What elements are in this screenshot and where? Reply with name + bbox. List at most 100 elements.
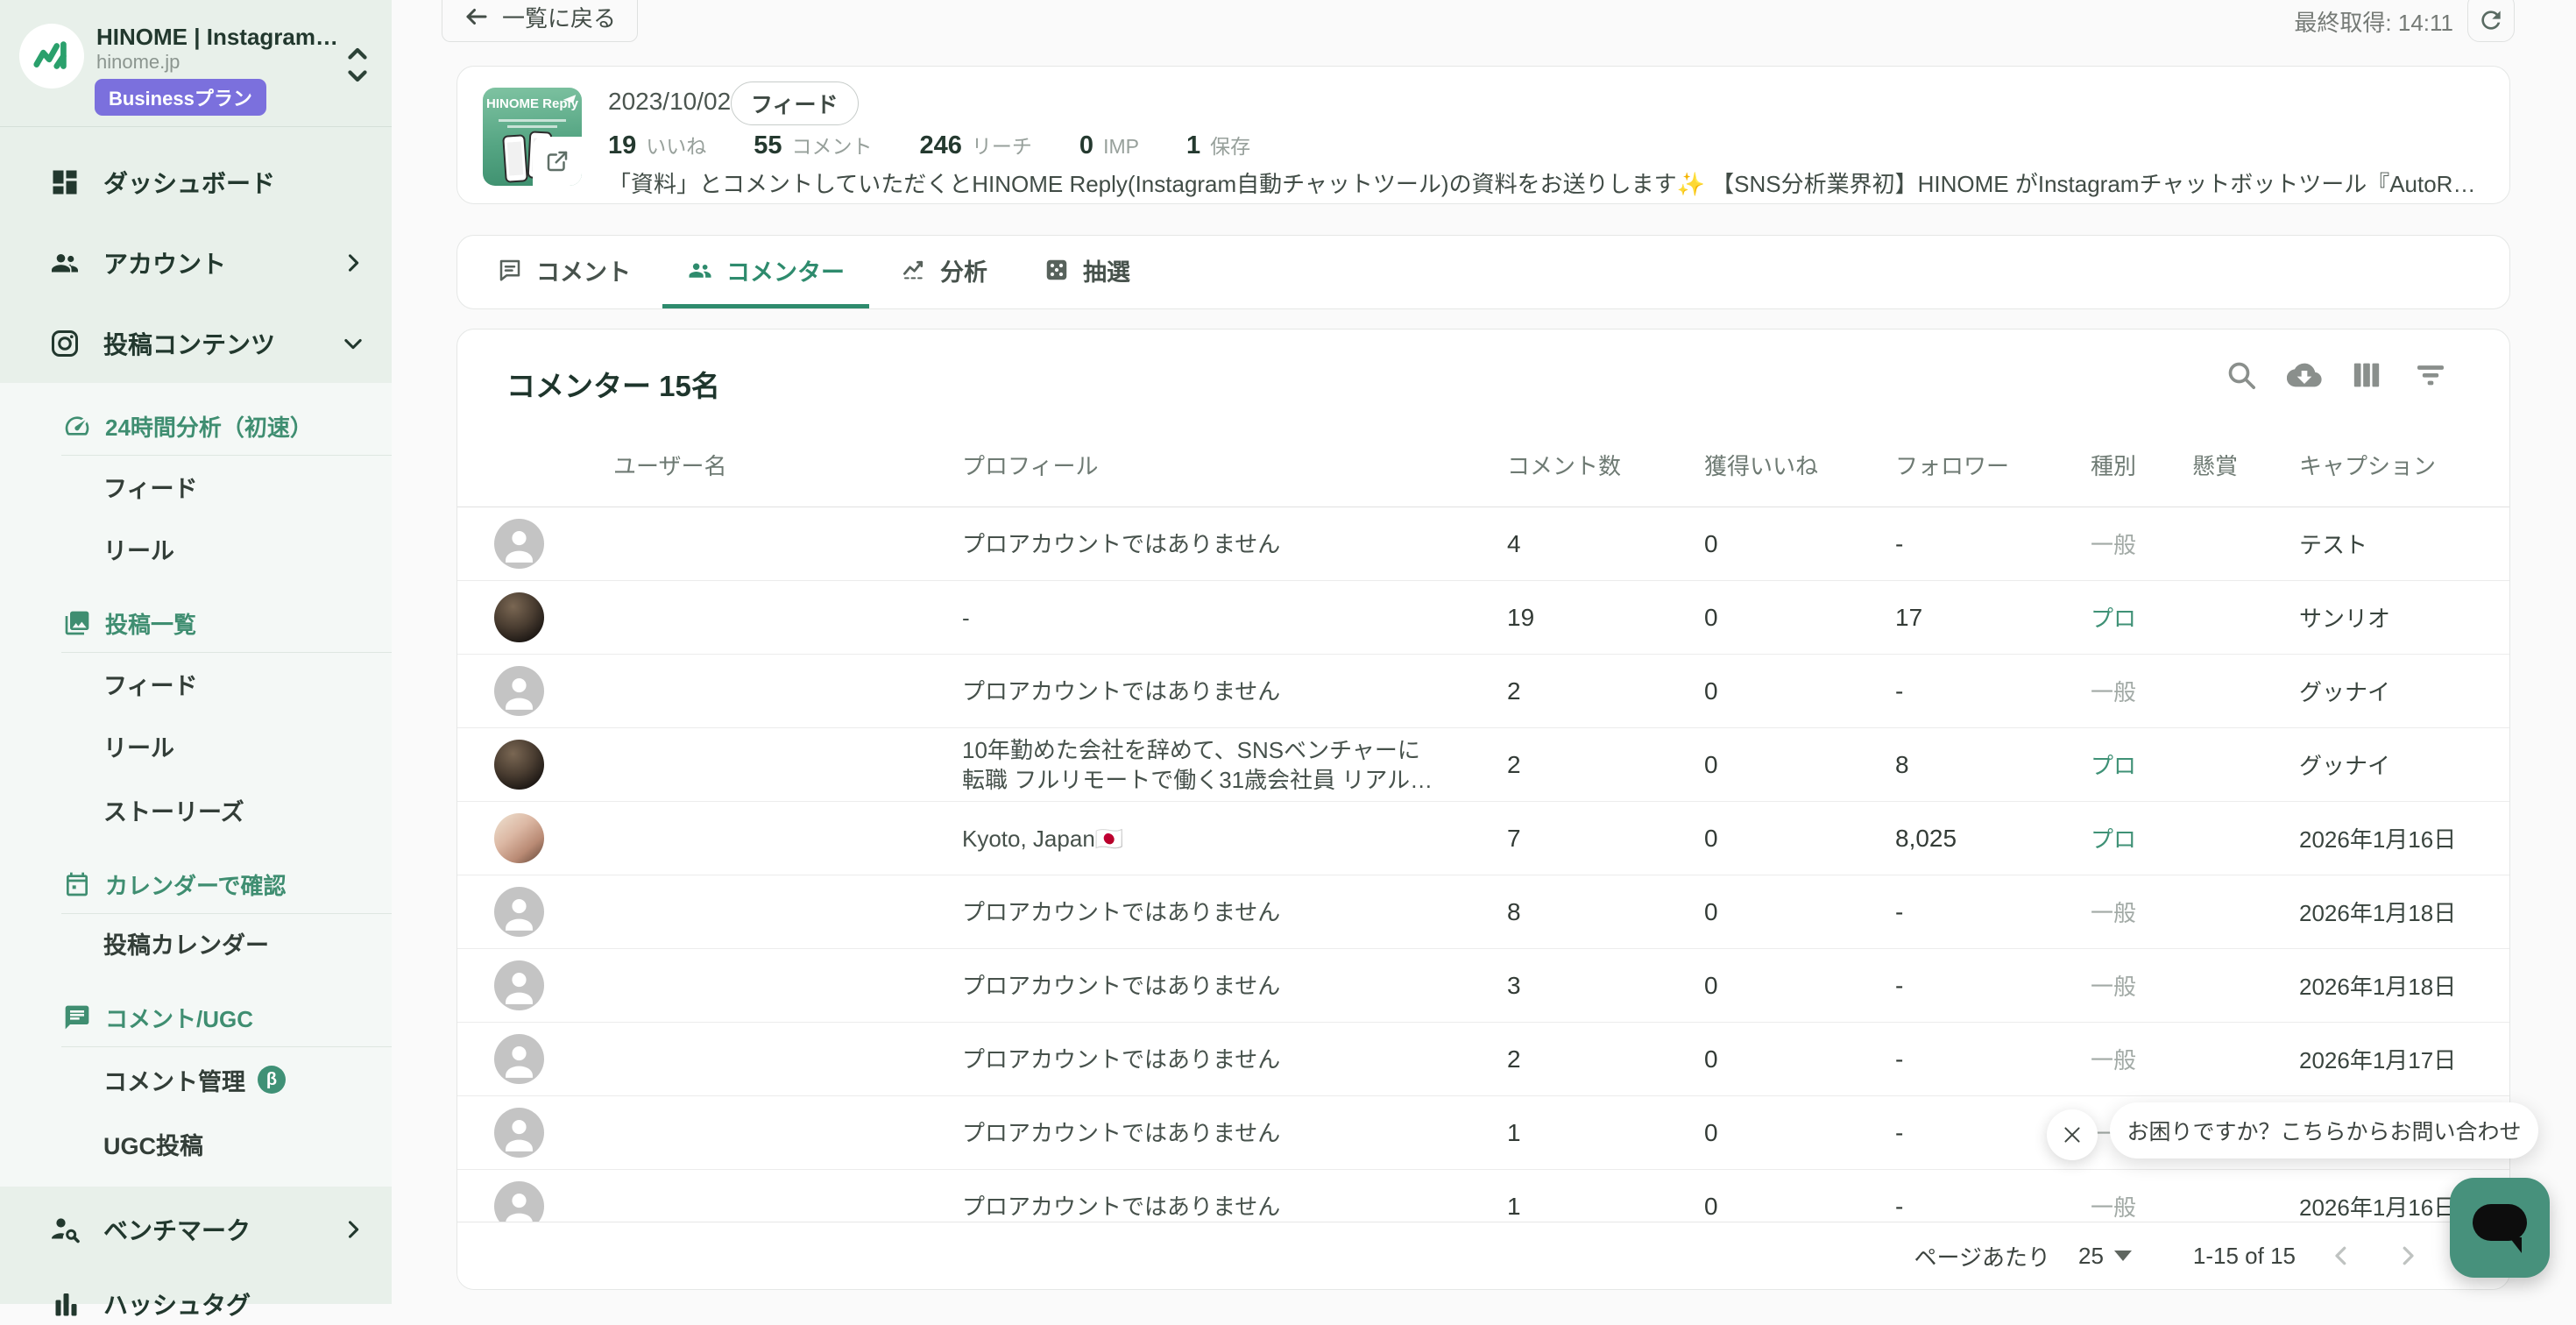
refresh-button[interactable]	[2467, 0, 2515, 42]
filter-icon	[2417, 365, 2444, 386]
column-header-likes[interactable]: 獲得いいね	[1704, 449, 1895, 481]
table-row[interactable]: - 19 0 17 プロ サンリオ	[457, 581, 2509, 655]
sidebar-item-accounts[interactable]: アカウント	[0, 242, 392, 284]
filter-button[interactable]	[2411, 356, 2450, 394]
column-header-comments[interactable]: コメント数	[1507, 449, 1704, 481]
chevron-left-icon	[2335, 1246, 2346, 1265]
submenu-item-post-calendar[interactable]: 投稿カレンダー	[0, 922, 392, 964]
person-search-icon	[52, 1218, 80, 1244]
cell-followers: -	[1895, 897, 1904, 925]
previous-page-button[interactable]	[2320, 1235, 2362, 1277]
cell-likes: 0	[1704, 1118, 1718, 1146]
submenu-section-24h[interactable]: 24時間分析（初速）	[0, 405, 392, 447]
tab-commenters[interactable]: コメンター	[662, 236, 869, 308]
submenu-section-calendar[interactable]: カレンダーで確認	[0, 863, 392, 905]
open-external-button[interactable]	[533, 137, 582, 186]
cell-type: 一般	[2091, 679, 2137, 705]
chat-tooltip-close-button[interactable]	[2047, 1109, 2098, 1160]
cell-profile: プロアカウントではありません	[962, 1045, 1281, 1073]
cell-type: 一般	[2091, 1047, 2137, 1073]
cell-likes: 0	[1704, 824, 1718, 852]
stat-likes: 19 いいね	[608, 131, 707, 159]
search-button[interactable]	[2222, 356, 2261, 394]
submenu-item-stories[interactable]: ストーリーズ	[0, 789, 392, 831]
table-row[interactable]: プロアカウントではありません 2 0 - 一般 2026年1月17日	[457, 1023, 2509, 1096]
tab-lottery[interactable]: 抽選	[1019, 236, 1155, 308]
table-row[interactable]: プロアカウントではありません 2 0 - 一般 グッナイ	[457, 655, 2509, 728]
column-header-caption[interactable]: キャプション	[2299, 449, 2509, 481]
avatar	[494, 887, 544, 937]
submenu-item-reel[interactable]: リール	[0, 725, 392, 767]
sidebar-item-label: 投稿コンテンツ	[103, 331, 276, 358]
cell-comments: 2	[1507, 1045, 1521, 1073]
close-icon	[2064, 1127, 2080, 1143]
workspace-switcher[interactable]: HINOME | Instagram分析… hinome.jp Business…	[0, 0, 392, 126]
table-row[interactable]: プロアカウントではありません 3 0 - 一般 2026年1月18日	[457, 949, 2509, 1023]
person-placeholder-icon	[506, 531, 533, 563]
chat-tooltip[interactable]: お困りですか？こちらからお問い合わせ	[2110, 1102, 2538, 1158]
cell-type: 一般	[2091, 532, 2137, 558]
table-row[interactable]: プロアカウントではありません 8 0 - 一般 2026年1月18日	[457, 875, 2509, 949]
submenu-section-comment-ugc[interactable]: コメント/UGC	[0, 996, 392, 1038]
bar-chart-icon	[55, 1293, 77, 1316]
avatar	[494, 813, 544, 863]
tab-comments[interactable]: コメント	[472, 236, 655, 308]
table-footer: ページあたり 25 1-15 of 15	[457, 1222, 2509, 1289]
back-to-list-button[interactable]: 一覧に戻る	[442, 0, 638, 42]
table-header: ユーザー名 プロフィール コメント数 獲得いいね フォロワー 種別 懸賞 キャプ…	[457, 422, 2509, 507]
submenu-item-feed-24h[interactable]: フィード	[0, 465, 392, 507]
column-header-type[interactable]: 種別	[2091, 449, 2192, 481]
column-header-profile[interactable]: プロフィール	[962, 449, 1507, 481]
cell-comments: 2	[1507, 750, 1521, 778]
tab-analysis[interactable]: 分析	[876, 236, 1012, 308]
submenu-item-reel-24h[interactable]: リール	[0, 528, 392, 570]
table-row[interactable]: Kyoto, Japan🇯🇵 7 0 8,025 プロ 2026年1月16日	[457, 802, 2509, 875]
stat-reach: 246 リーチ	[919, 131, 1032, 159]
submenu-section-label: コメント/UGC	[105, 1005, 254, 1032]
columns-button[interactable]	[2347, 356, 2386, 394]
next-page-button[interactable]	[2387, 1235, 2429, 1277]
table-row[interactable]: プロアカウントではありません 4 0 - 一般 テスト	[457, 507, 2509, 581]
chevron-right-icon	[2403, 1246, 2414, 1265]
submenu-divider	[61, 652, 392, 653]
cell-caption: 2026年1月18日	[2299, 900, 2457, 926]
export-button[interactable]	[2285, 356, 2324, 394]
cell-comments: 7	[1507, 824, 1521, 852]
post-thumbnail[interactable]: HINOME Reply	[483, 88, 582, 186]
people-icon	[52, 253, 78, 273]
stat-impressions: 0 IMP	[1079, 131, 1139, 159]
column-header-username[interactable]: ユーザー名	[613, 449, 962, 481]
column-header-followers[interactable]: フォロワー	[1895, 449, 2091, 481]
rows-per-page-value: 25	[2077, 1242, 2104, 1269]
submenu-item-feed[interactable]: フィード	[0, 662, 392, 705]
workspace-domain: hinome.jp	[96, 51, 180, 73]
submenu-divider	[61, 1046, 392, 1047]
unfold-icon[interactable]	[343, 42, 372, 88]
sidebar-item-post-content[interactable]: 投稿コンテンツ	[0, 322, 392, 365]
cell-likes: 0	[1704, 677, 1718, 705]
table-row[interactable]: 10年勤めた会社を辞めて、SNSベンチャーに 転職 フルリモートで働く31歳会社…	[457, 728, 2509, 802]
column-header-prize[interactable]: 懸賞	[2192, 449, 2299, 481]
line-chart-icon	[903, 260, 924, 280]
submenu-section-post-list[interactable]: 投稿一覧	[0, 602, 392, 644]
thumb-decor-line	[499, 119, 566, 122]
avatar	[494, 1108, 544, 1158]
chevron-right-icon	[341, 251, 365, 275]
cell-followers: -	[1895, 529, 1904, 557]
table-row[interactable]: プロアカウントではありません 1 0 - 一般 2026年1月16日	[457, 1170, 2509, 1223]
rows-per-page-select[interactable]: 25	[2078, 1243, 2132, 1270]
sidebar-item-dashboard[interactable]: ダッシュボード	[0, 161, 392, 203]
cell-profile: プロアカウントではありません	[962, 530, 1281, 557]
person-placeholder-icon	[506, 1046, 533, 1078]
person-placeholder-icon	[506, 1120, 533, 1151]
cell-comments: 3	[1507, 971, 1521, 999]
cell-profile: プロアカウントではありません	[962, 1119, 1281, 1146]
sidebar-item-benchmark[interactable]: ベンチマーク	[0, 1208, 392, 1251]
post-summary-card: HINOME Reply 2023/10/02 フィード 19 いいね 55 コメン…	[456, 66, 2510, 204]
chat-widget-button[interactable]	[2450, 1178, 2550, 1278]
submenu-item-ugc-posts[interactable]: UGC投稿	[0, 1123, 392, 1165]
cell-likes: 0	[1704, 1192, 1718, 1220]
cell-profile: プロアカウントではありません	[962, 1193, 1281, 1220]
submenu-item-comment-manage[interactable]: コメント管理 β	[0, 1059, 392, 1101]
sidebar-item-hashtag-clipped[interactable]: ハッシュタグ	[0, 1283, 392, 1325]
